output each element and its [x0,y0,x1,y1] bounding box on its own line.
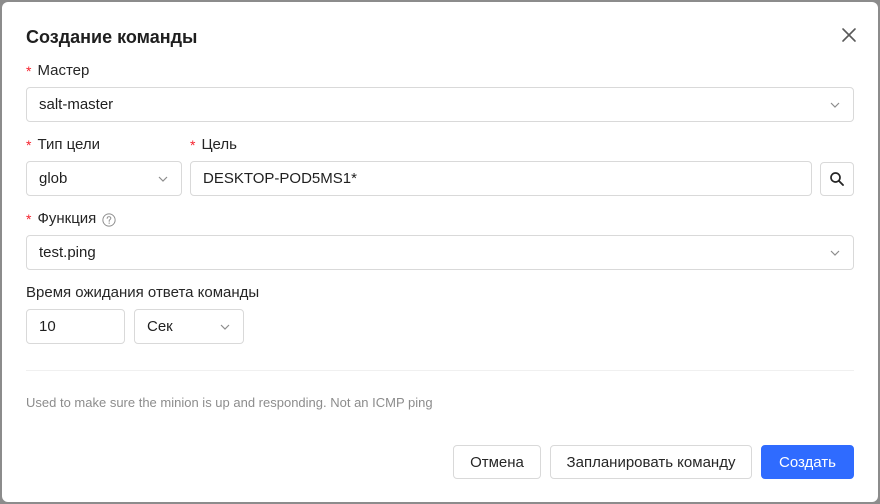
chevron-down-icon [220,324,230,330]
target-type-label: * Тип цели [26,136,100,154]
target-input[interactable]: DESKTOP-POD5MS1* [190,161,812,196]
divider [26,370,854,371]
timeout-unit-select[interactable]: Сек [134,309,244,344]
search-icon [830,172,844,186]
question-circle-icon [102,213,116,227]
required-mark: * [26,63,32,79]
timeout-label: Время ожидания ответа команды [26,284,259,302]
required-mark: * [26,211,32,227]
search-button[interactable] [820,162,854,196]
schedule-command-button[interactable]: Запланировать команду [550,445,752,479]
chevron-down-icon [830,250,840,256]
create-command-dialog: Создание команды * Мастер salt-master * … [2,2,878,502]
chevron-down-icon [158,176,168,182]
cancel-button[interactable]: Отмена [453,445,541,479]
function-description: Used to make sure the minion is up and r… [26,395,433,410]
master-select[interactable]: salt-master [26,87,854,122]
target-type-value: glob [39,170,68,187]
target-value: DESKTOP-POD5MS1* [203,170,357,187]
close-icon [842,28,856,42]
target-type-select[interactable]: glob [26,161,182,196]
function-value: test.ping [39,244,96,261]
create-button[interactable]: Создать [761,445,854,479]
target-label: * Цель [190,136,237,154]
close-button[interactable] [838,24,860,46]
master-value: salt-master [39,96,114,113]
timeout-input[interactable]: 10 [26,309,125,344]
target-type-label-text: Тип цели [37,136,101,153]
required-mark: * [190,137,196,153]
function-label-text: Функция [37,210,97,227]
timeout-label-text: Время ожидания ответа команды [26,284,260,301]
function-help[interactable] [102,212,116,227]
required-mark: * [26,137,32,153]
dialog-title: Создание команды [26,27,198,47]
master-label: * Мастер [26,62,89,80]
target-label-text: Цель [201,136,237,153]
timeout-value: 10 [39,318,56,335]
chevron-down-icon [830,102,840,108]
function-select[interactable]: test.ping [26,235,854,270]
master-label-text: Мастер [37,62,90,79]
timeout-unit-value: Сек [147,318,173,335]
function-label: * Функция [26,210,116,228]
